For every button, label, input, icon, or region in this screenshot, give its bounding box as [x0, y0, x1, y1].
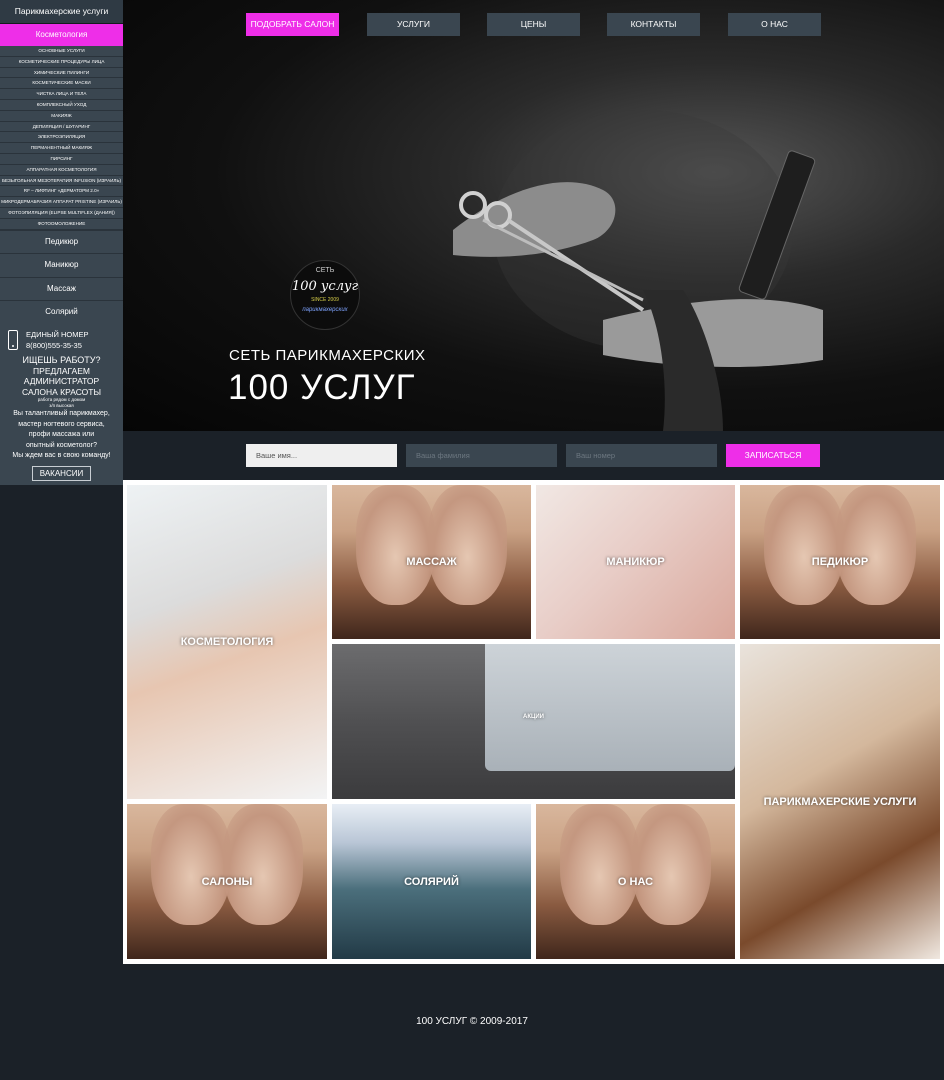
tile-label: КОСМЕТОЛОГИЯ: [180, 636, 274, 648]
tile-salons[interactable]: САЛОНЫ: [127, 804, 327, 959]
tile-label: О НАС: [617, 875, 654, 888]
job-text-4: опытный косметолог?: [25, 441, 98, 449]
submenu-item[interactable]: Депиляция / Шугаринг: [0, 122, 123, 133]
tile-label: САЛОНЫ: [201, 875, 253, 888]
logo-bottom-text: парикмахерских: [302, 307, 348, 313]
submenu-item[interactable]: Пирсинг: [0, 154, 123, 165]
job-text-2: мастер ногтевого сервиса,: [18, 420, 105, 428]
sidebar-item-hairdressing[interactable]: Парикмахерские услуги: [0, 0, 123, 24]
submenu-item[interactable]: Перманентный макияж: [0, 143, 123, 154]
submenu-item[interactable]: Безыгольная мезотерапия INFUSION (Израил…: [0, 176, 123, 187]
submenu-item[interactable]: Электроэпиляция: [0, 132, 123, 144]
submenu-item[interactable]: Основные услуги: [0, 46, 123, 57]
hero-subtitle: СЕТЬ ПАРИКМАХЕРСКИХ: [229, 347, 426, 364]
submenu-item[interactable]: Косметические маски: [0, 78, 123, 90]
job-question: ИЩЕШЬ РАБОТУ?: [22, 354, 101, 365]
submenu-item[interactable]: Фотоэпиляция (ELIPSE MULTIFLEX (Дания)): [0, 208, 123, 219]
hero-banner: ПОДОБРАТЬ САЛОН УСЛУГИ ЦЕНЫ КОНТАКТЫ О Н…: [123, 0, 944, 431]
tile-label: ПЕДИКЮР: [811, 556, 869, 568]
logo-top-text: СЕТЬ: [315, 267, 335, 274]
nav-services[interactable]: УСЛУГИ: [367, 13, 460, 36]
submenu-item[interactable]: Химические пилинги: [0, 68, 123, 79]
brand-logo[interactable]: СЕТЬ 100 услуг SINCE 2009 парикмахерских: [290, 260, 360, 330]
submenu-item[interactable]: Чистка лица и тела: [0, 89, 123, 100]
nav-contacts[interactable]: КОНТАКТЫ: [607, 13, 700, 36]
submenu-item[interactable]: Аппаратная косметология: [0, 165, 123, 176]
submenu-item[interactable]: Микродермабразия аппарат PRISTINE (Израи…: [0, 197, 123, 208]
signup-form: Ваше имя... Ваша фамилия Ваш номер ЗАПИС…: [123, 431, 944, 480]
submenu-item[interactable]: Фотоомоложение: [0, 219, 123, 230]
submenu-item[interactable]: Макияж: [0, 111, 123, 122]
tile-cosmetology[interactable]: КОСМЕТОЛОГИЯ: [127, 485, 327, 799]
tile-massage[interactable]: МАССАЖ: [332, 485, 531, 639]
job-role-2: САЛОНА КРАСОТЫ: [22, 386, 101, 397]
phone-input[interactable]: Ваш номер: [566, 444, 717, 467]
sidebar-item-solarium[interactable]: Солярий: [0, 300, 123, 324]
phone-label: ЕДИНЫЙ НОМЕР: [26, 329, 89, 339]
nav-prices[interactable]: ЦЕНЫ: [487, 13, 580, 36]
phone-icon: [8, 329, 18, 350]
tile-label: СОЛЯРИЙ: [404, 875, 459, 888]
sidebar: Парикмахерские услуги Косметология Основ…: [0, 0, 123, 965]
nav-about[interactable]: О НАС: [728, 13, 821, 36]
tile-label: МАССАЖ: [406, 556, 457, 568]
tile-hairdressing[interactable]: ПАРИКМАХЕРСКИЕ УСЛУГИ: [740, 644, 940, 959]
services-grid: КОСМЕТОЛОГИЯ МАССАЖ МАНИКЮР ПЕДИКЮР АКЦИ…: [123, 480, 944, 964]
job-role-1: АДМИНИСТРАТОР: [23, 376, 100, 387]
tile-about[interactable]: О НАС: [536, 804, 735, 959]
surname-input[interactable]: Ваша фамилия: [406, 444, 557, 467]
footer-copyright: 100 УСЛУГ © 2009-2017: [416, 1016, 528, 1027]
signup-button[interactable]: ЗАПИСАТЬСЯ: [726, 444, 820, 467]
phone-number[interactable]: 8(800)555-35-35: [26, 340, 89, 351]
sidebar-item-cosmetology[interactable]: Косметология: [0, 24, 123, 46]
sidebar-item-massage[interactable]: Массаж: [0, 276, 123, 301]
job-text-3: профи массажа или: [28, 431, 95, 439]
submenu-item[interactable]: Комплексный уход: [0, 100, 123, 111]
tile-label: АКЦИИ: [522, 713, 544, 720]
logo-main-text: 100 услуг: [291, 279, 359, 294]
top-nav: ПОДОБРАТЬ САЛОН УСЛУГИ ЦЕНЫ КОНТАКТЫ О Н…: [123, 13, 944, 37]
tile-label: ПАРИКМАХЕРСКИЕ УСЛУГИ: [763, 795, 917, 808]
tile-manicure[interactable]: МАНИКЮР: [536, 485, 735, 639]
tile-solarium[interactable]: СОЛЯРИЙ: [332, 804, 531, 959]
nav-find-salon[interactable]: ПОДОБРАТЬ САЛОН: [246, 13, 339, 36]
vacancies-button[interactable]: ВАКАНСИИ: [31, 465, 92, 481]
job-text-1: Вы талантливый парикмахер,: [13, 410, 110, 418]
submenu-item[interactable]: Косметические процедуры лица: [0, 57, 123, 68]
phone-block: ЕДИНЫЙ НОМЕР 8(800)555-35-35: [2, 327, 121, 353]
tile-label: МАНИКЮР: [606, 556, 665, 568]
submenu-item[interactable]: RF – лифтинг «Дерматорм 2.0»: [0, 186, 123, 198]
hero-title: 100 УСЛУГ: [228, 368, 416, 407]
cosmetology-submenu: Основные услуги Косметические процедуры …: [0, 46, 123, 230]
sidebar-item-pedicure[interactable]: Педикюр: [0, 229, 123, 254]
job-text-5: Мы ждем вас в свою команду!: [12, 452, 111, 460]
tile-pedicure[interactable]: ПЕДИКЮР: [740, 485, 940, 639]
logo-since-text: SINCE 2009: [311, 297, 339, 303]
job-promo-panel: ЕДИНЫЙ НОМЕР 8(800)555-35-35 ИЩЕШЬ РАБОТ…: [0, 323, 123, 485]
sidebar-item-manicure[interactable]: Маникюр: [0, 253, 123, 277]
hero-scissors-illustration: [453, 110, 823, 431]
tile-promos[interactable]: АКЦИИ: [332, 644, 735, 799]
job-offer: ПРЕДЛАГАЕМ: [33, 365, 90, 376]
name-input[interactable]: Ваше имя...: [246, 444, 397, 467]
